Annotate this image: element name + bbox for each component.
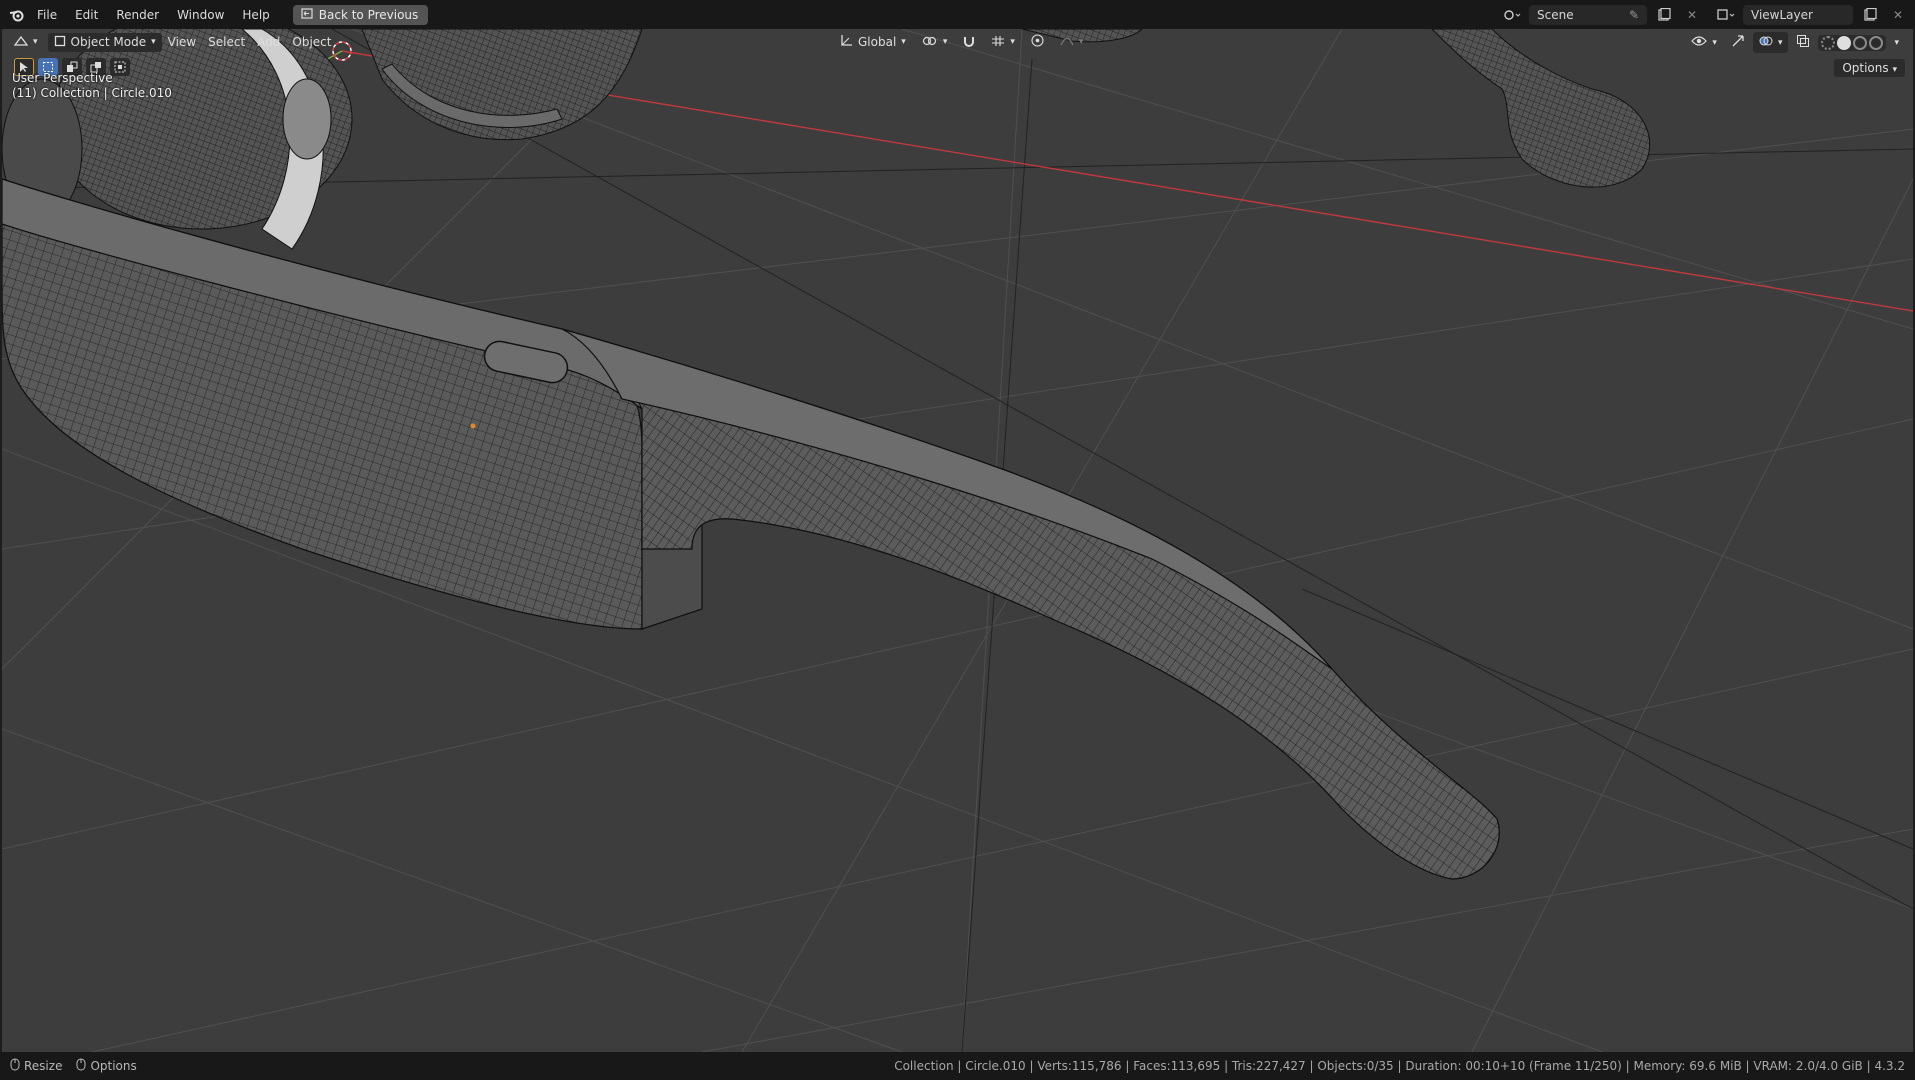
snap-toggle[interactable] [957,33,981,52]
gizmo-icon [1731,34,1745,51]
viewport-display-tools: ▾ ▾ ▾ [1685,32,1905,53]
xray-icon [1796,34,1810,51]
viewport-header: ▾ Object Mode ▾ View Select Add Object G… [2,29,1913,55]
options-hint-label: Options [90,1059,137,1073]
rendered-shading-icon[interactable] [1869,35,1884,50]
view-layer-field[interactable]: ViewLayer [1743,4,1853,25]
back-icon [301,7,313,22]
viewport-options-button[interactable]: Options ▾ [1834,59,1905,77]
view-layer-name: ViewLayer [1751,7,1813,22]
magnet-icon [963,35,975,50]
back-button-label: Back to Previous [318,7,419,22]
menu-window[interactable]: Window [168,4,233,26]
orientation-selector[interactable]: Global ▾ [834,32,912,52]
menu-edit[interactable]: Edit [66,4,107,26]
wireframe-shading-icon[interactable] [1821,35,1836,50]
blender-logo-icon[interactable] [6,5,28,25]
proportional-edit-toggle[interactable] [1025,32,1050,52]
chevron-down-icon: ▾ [1777,37,1783,48]
chevron-down-icon: ▾ [1894,37,1899,48]
pin-icon[interactable]: ✎ [1629,8,1639,22]
mode-label: Object Mode [70,35,147,49]
editor-type-icon [13,35,29,50]
chevron-down-icon: ▾ [1078,37,1084,47]
gizmo-toggle[interactable] [1725,32,1751,53]
viewport-scene [2,29,1913,1052]
overlays-toggle[interactable]: ▾ [1752,32,1789,53]
options-label: Options [1842,61,1889,75]
status-resize-hint: Resize [10,1058,62,1074]
solid-shading-icon[interactable] [1837,35,1852,50]
pivot-icon [922,35,938,50]
add-menu[interactable]: Add [251,33,286,51]
select-menu[interactable]: Select [202,33,251,51]
3d-viewport[interactable]: ▾ Object Mode ▾ View Select Add Object G… [2,29,1913,1052]
view-layer-browse-icon[interactable] [1715,5,1737,25]
menu-help[interactable]: Help [233,4,278,26]
mode-selector[interactable]: Object Mode ▾ [47,32,162,52]
chevron-down-icon: ▾ [1892,65,1897,75]
shading-options-button[interactable]: ▾ [1888,36,1905,50]
mouse-icon [10,1058,20,1074]
delete-view-layer-icon[interactable]: ✕ [1887,5,1909,25]
scene-browse-icon[interactable] [1501,5,1523,25]
falloff-icon [1060,35,1074,49]
chevron-down-icon: ▾ [1010,37,1015,47]
eye-icon [1691,35,1708,50]
select-intersect-icon[interactable] [110,58,130,76]
snap-grid-icon [991,35,1005,50]
back-to-previous-button[interactable]: Back to Previous [292,4,429,25]
orientation-label: Global [858,35,897,49]
scene-name: Scene [1537,7,1574,22]
snap-target-button[interactable]: ▾ [985,33,1021,52]
menu-file[interactable]: File [28,4,66,26]
view-perspective-label: User Perspective [12,71,113,85]
top-menu-bar: File Edit Render Window Help Back to Pre… [0,0,1915,29]
frame-housing [2,178,703,630]
chevron-down-icon: ▾ [901,37,906,47]
chevron-down-icon: ▾ [151,37,156,47]
object-origin-dot [470,423,476,429]
active-collection-label: (11) Collection | Circle.010 [12,86,172,100]
transform-tools: Global ▾ ▾ ▾ ▾ [834,32,1089,52]
chevron-down-icon: ▾ [942,37,948,47]
new-view-layer-icon[interactable] [1859,5,1881,25]
editor-type-button[interactable]: ▾ [8,33,44,52]
chevron-down-icon: ▾ [33,37,38,47]
status-options-hint: Options [76,1058,137,1074]
scene-field[interactable]: Scene ✎ [1529,4,1647,25]
status-bar: Resize Options Collection | Circle.010 |… [0,1052,1915,1080]
menu-render[interactable]: Render [107,4,168,26]
new-scene-icon[interactable] [1653,5,1675,25]
scene-statistics: Collection | Circle.010 | Verts:115,786 … [894,1059,1905,1073]
xray-toggle[interactable] [1790,32,1816,53]
view-menu[interactable]: View [162,33,202,51]
overlays-icon [1759,34,1773,51]
object-mode-icon [54,35,66,50]
resize-label: Resize [24,1059,63,1073]
chevron-down-icon: ▾ [1712,37,1717,48]
proportional-edit-icon [1031,34,1044,50]
orientation-icon [840,34,853,50]
visibility-button[interactable]: ▾ [1685,33,1723,52]
delete-scene-icon[interactable]: ✕ [1681,5,1703,25]
object-menu[interactable]: Object [286,33,337,51]
mouse-icon [76,1058,86,1074]
shading-modes [1818,34,1887,51]
material-shading-icon[interactable] [1853,35,1868,50]
pivot-point-button[interactable]: ▾ [916,33,954,52]
proportional-falloff-button[interactable]: ▾ [1054,33,1090,51]
